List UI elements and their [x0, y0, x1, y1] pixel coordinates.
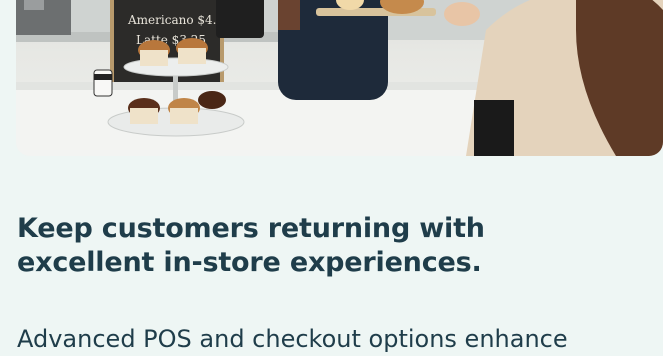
section-description: Advanced POS and checkout options enhanc…: [17, 322, 657, 356]
page: Americano $4.50 Latte $3.25 Keep custome…: [0, 0, 663, 356]
hero-illustration: Americano $4.50 Latte $3.25: [16, 0, 663, 156]
description-line-1: Advanced POS and checkout options enhanc…: [17, 325, 568, 353]
headline-line-2: excellent in-store experiences.: [17, 247, 482, 278]
hero-image: Americano $4.50 Latte $3.25: [16, 0, 663, 156]
section-headline: Keep customers returning with excellent …: [17, 212, 577, 280]
headline-line-1: Keep customers returning with: [17, 213, 485, 244]
